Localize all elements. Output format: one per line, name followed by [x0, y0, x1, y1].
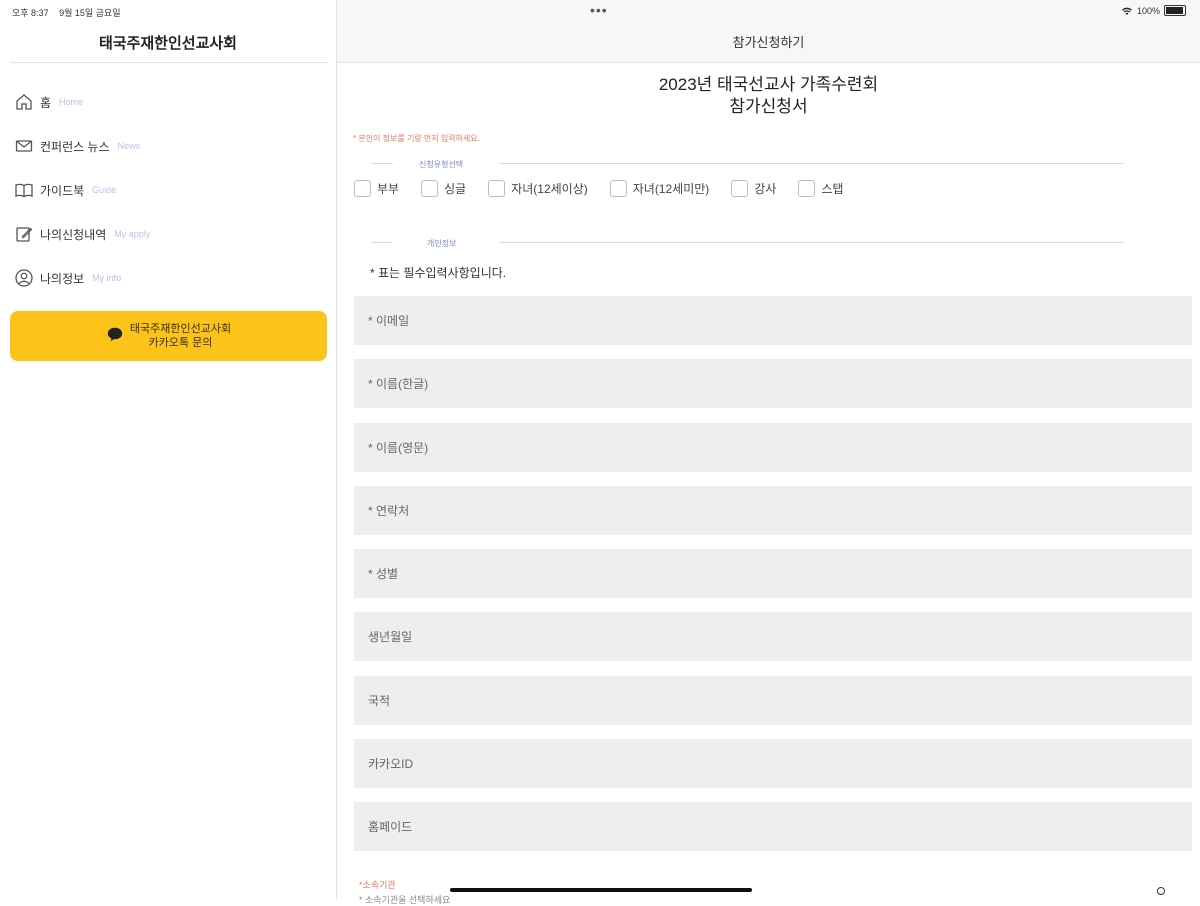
sidebar-item-sub: My apply [114, 229, 151, 239]
wifi-icon [1121, 7, 1132, 15]
sidebar-divider [10, 62, 328, 63]
field-placeholder: * 이름(한글) [368, 377, 429, 391]
warning-note: * 본인이 정보를 기량 먼저 입력하세요. [353, 134, 480, 143]
section-label-personal: 개인정보 [427, 239, 457, 248]
kakao-line1: 태국주재한인선교사회 [129, 323, 232, 335]
type-checkbox-child-over-12[interactable]: 자녀(12세이상) [488, 180, 588, 197]
mail-icon [14, 136, 34, 156]
checkbox-label: 스탭 [821, 182, 844, 196]
checkbox-label: 자녀(12세미만) [632, 182, 710, 196]
book-icon [14, 180, 34, 200]
home-icon [14, 92, 34, 112]
kakao-button-text: 태국주재한인선교사회 카카오톡 문의 [130, 322, 231, 350]
type-checkbox-speaker[interactable]: 강사 [731, 180, 776, 197]
field-placeholder: 카카오ID [368, 757, 414, 771]
multitask-dots[interactable]: ••• [590, 2, 608, 18]
status-bar-left: 오후 8:37 9월 15일 금요일 [12, 6, 129, 19]
field-placeholder: 생년월일 [368, 630, 413, 644]
battery-percent: 100% [1136, 5, 1160, 16]
home-indicator[interactable] [450, 888, 752, 892]
sidebar-item-my-info[interactable]: 나의정보 My info [14, 256, 324, 300]
name-korean-field[interactable]: * 이름(한글) [354, 359, 1192, 408]
user-icon [14, 268, 34, 288]
edit-icon [14, 224, 34, 244]
field-placeholder: * 이메일 [368, 314, 410, 328]
form-title-line1: 2023년 태국선교사 가족수련회 [658, 75, 879, 94]
checkbox-label: 자녀(12세이상) [511, 182, 588, 196]
sidebar-item-my-apply[interactable]: 나의신청내역 My apply [14, 212, 324, 256]
sidebar-item-news[interactable]: 컨퍼런스 뉴스 News [14, 124, 324, 168]
phone-field[interactable]: * 연락처 [354, 486, 1192, 535]
checkbox-box[interactable] [354, 180, 371, 197]
sidebar-item-sub: My info [92, 273, 122, 283]
field-placeholder: 홈페이드 [368, 820, 413, 834]
sidebar: 오후 8:37 9월 15일 금요일 태국주재한인선교사회 홈 Home 컨퍼런… [0, 0, 337, 900]
form-title-line2: 참가신청서 [729, 97, 808, 116]
kakao-inquiry-button[interactable]: 태국주재한인선교사회 카카오톡 문의 [10, 311, 327, 361]
section-divider [371, 242, 393, 243]
type-checkbox-staff[interactable]: 스탭 [798, 180, 843, 197]
sidebar-item-home[interactable]: 홈 Home [14, 80, 324, 124]
nationality-field[interactable]: 국적 [354, 676, 1192, 725]
sidebar-item-sub: News [117, 141, 141, 151]
status-bar-right: 100% [1121, 5, 1186, 16]
required-note: * 표는 필수입력사항입니다. [370, 266, 507, 280]
name-english-field[interactable]: * 이름(영문) [354, 423, 1192, 472]
field-placeholder: * 연락처 [368, 504, 410, 518]
type-checkbox-group: 부부 싱글 자녀(12세이상) 자녀(12세미만) 강사 스탭 [354, 180, 865, 197]
checkbox-box[interactable] [421, 180, 439, 197]
sidebar-item-sub: Home [59, 97, 84, 107]
status-date: 9월 15일 금요일 [59, 8, 121, 18]
homepage-field[interactable]: 홈페이드 [354, 802, 1192, 851]
sidebar-item-sub: Guide [92, 185, 117, 195]
sidebar-item-label: 가이드북 [40, 183, 85, 198]
circle-indicator-icon [1157, 887, 1165, 895]
chat-bubble-icon [106, 325, 130, 348]
checkbox-box[interactable] [609, 180, 627, 197]
checkbox-label: 싱글 [444, 182, 467, 196]
battery-icon [1164, 5, 1186, 16]
sidebar-title: 태국주재한인선교사회 [98, 35, 237, 52]
field-placeholder: * 이름(영문) [368, 441, 429, 455]
sidebar-item-label: 홈 [40, 95, 52, 110]
field-placeholder: * 성별 [368, 567, 399, 581]
type-checkbox-child-under-12[interactable]: 자녀(12세미만) [609, 180, 710, 197]
top-bar: ••• 100% 참가신청하기 [337, 0, 1200, 63]
type-checkbox-single[interactable]: 싱글 [421, 180, 466, 197]
sidebar-item-label: 컨퍼런스 뉴스 [40, 139, 110, 154]
sidebar-item-guide[interactable]: 가이드북 Guide [14, 168, 324, 212]
checkbox-label: 강사 [754, 182, 777, 196]
checkbox-label: 부부 [377, 182, 400, 196]
kakao-id-field[interactable]: 카카오ID [354, 739, 1192, 788]
email-field[interactable]: * 이메일 [354, 296, 1192, 345]
form-title: 2023년 태국선교사 가족수련회 참가신청서 [337, 74, 1200, 118]
page-title: 참가신청하기 [732, 35, 805, 50]
section-label-type: 신청유형선택 [419, 160, 464, 169]
checkbox-box[interactable] [798, 180, 816, 197]
checkbox-box[interactable] [731, 180, 749, 197]
status-time: 오후 8:37 [12, 8, 49, 18]
section-divider [499, 163, 1124, 164]
sidebar-item-label: 나의신청내역 [40, 227, 107, 242]
field-placeholder: 국적 [368, 694, 391, 708]
gender-field[interactable]: * 성별 [354, 549, 1192, 598]
checkbox-box[interactable] [488, 180, 506, 197]
sidebar-item-label: 나의정보 [40, 271, 85, 286]
section-divider [499, 242, 1124, 243]
affiliation-label: *소속기관 [359, 880, 396, 890]
kakao-line2: 카카오톡 문의 [148, 337, 213, 349]
section-divider [371, 163, 393, 164]
birthdate-field[interactable]: 생년월일 [354, 612, 1192, 661]
type-checkbox-couple[interactable]: 부부 [354, 180, 399, 197]
sidebar-nav: 홈 Home 컨퍼런스 뉴스 News 가이드북 Guide 나의신청내역 My… [14, 80, 324, 300]
main-content: ••• 100% 참가신청하기 2023년 태국선교사 가족수련회 참가신청서 … [337, 0, 1200, 905]
